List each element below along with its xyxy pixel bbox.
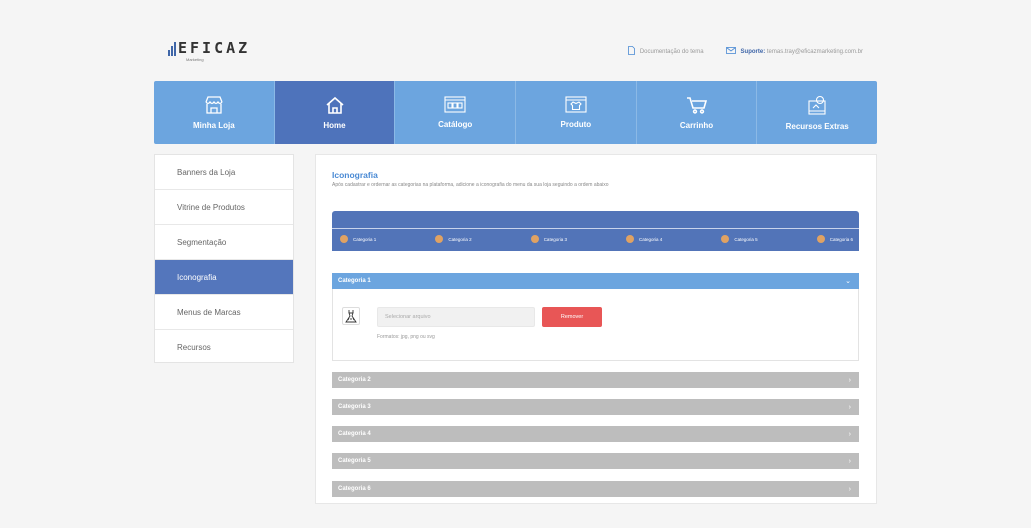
docs-link-label: Documentação do tema [639, 48, 704, 55]
accordion-header[interactable]: Categoria 6 › [332, 481, 859, 497]
step-dot-icon [816, 235, 825, 243]
step-item[interactable]: Categoria 6 [816, 235, 853, 243]
docs-link[interactable]: Documentação do tema [627, 46, 704, 57]
accordion-label: Categoria 2 [338, 377, 371, 383]
remove-button[interactable]: Remover [542, 307, 602, 327]
nav-item-minha-loja[interactable]: Minha Loja [154, 81, 275, 144]
top-links: Documentação do tema Suporte: temas.tray… [627, 46, 863, 57]
catalog-icon [444, 96, 466, 115]
main-nav: Minha Loja Home Catálogo Produto Carrinh… [154, 81, 877, 144]
accordion-header[interactable]: Categoria 5 › [332, 453, 859, 469]
step-label: Categoria 4 [639, 236, 663, 242]
nav-label: Minha Loja [192, 120, 235, 130]
document-icon [627, 46, 635, 57]
nav-label: Home [323, 120, 346, 130]
product-icon [565, 96, 587, 115]
support-email: temas.tray@eficazmarketing.com.br [766, 48, 863, 55]
brand-logo[interactable]: EFICAZ Marketing [168, 41, 250, 63]
step-dot-icon [721, 235, 730, 243]
accordion-label: Categoria 5 [338, 458, 371, 464]
accordion-categoria-2: Categoria 2 › [332, 372, 859, 388]
step-label: Categoria 5 [734, 236, 758, 242]
step-label: Categoria 1 [353, 236, 377, 242]
chevron-right-icon: › [848, 430, 851, 438]
accordion-categoria-1: Categoria 1 ⌄ Selecionar arquivo Remover… [332, 273, 859, 361]
sidebar-item-recursos[interactable]: Recursos [155, 330, 293, 365]
extras-icon [807, 95, 827, 117]
accordion-label: Categoria 1 [338, 278, 371, 284]
step-dot-icon [530, 235, 539, 243]
accordion-body: Selecionar arquivo Remover Formatos: jpg… [332, 289, 859, 361]
accordion-categoria-4: Categoria 4 › [332, 426, 859, 442]
accordion-label: Categoria 6 [338, 486, 371, 492]
accordion-header[interactable]: Categoria 3 › [332, 399, 859, 415]
nav-item-carrinho[interactable]: Carrinho [637, 81, 758, 144]
accordion-label: Categoria 4 [338, 431, 371, 437]
store-icon [204, 95, 224, 116]
nav-item-catalogo[interactable]: Catálogo [395, 81, 517, 144]
accordion-header[interactable]: Categoria 4 › [332, 426, 859, 442]
nav-item-produto[interactable]: Produto [516, 81, 637, 144]
step-dot-icon [626, 235, 635, 243]
brand-tagline: Marketing [186, 57, 204, 62]
chevron-right-icon: › [848, 403, 851, 411]
accordion-header[interactable]: Categoria 2 › [332, 372, 859, 388]
sidebar-item-menus-marcas[interactable]: Menus de Marcas [155, 295, 293, 330]
nav-item-recursos-extras[interactable]: Recursos Extras [757, 81, 877, 144]
nav-item-home[interactable]: Home [274, 81, 396, 144]
file-select-input[interactable]: Selecionar arquivo [377, 307, 535, 327]
step-dot-icon [340, 235, 348, 243]
accordion-categoria-3: Categoria 3 › [332, 399, 859, 415]
step-item[interactable]: Categoria 4 [626, 235, 662, 243]
page-description: Após cadastrar e ordernar as categorias … [332, 182, 609, 188]
step-item[interactable]: Categoria 2 [435, 235, 472, 243]
home-icon [325, 96, 345, 116]
sidebar-item-banners[interactable]: Banners da Loja [155, 155, 293, 190]
step-label: Categoria 6 [829, 236, 853, 242]
chevron-right-icon: › [848, 376, 851, 384]
nav-label: Catálogo [438, 120, 473, 129]
logo-bars-icon [168, 42, 176, 56]
chevron-right-icon: › [848, 485, 851, 493]
chevron-right-icon: › [848, 457, 851, 465]
nav-label: Recursos Extras [785, 121, 849, 131]
step-label: Categoria 3 [543, 236, 567, 242]
step-dot-icon [435, 235, 444, 243]
sidebar: Banners da Loja Vitrine de Produtos Segm… [154, 154, 294, 363]
main-panel: Iconografia Após cadastrar e ordernar as… [315, 154, 877, 504]
mail-icon [725, 47, 736, 56]
nav-label: Carrinho [679, 120, 714, 130]
sidebar-item-segmentacao[interactable]: Segmentação [155, 225, 293, 260]
sidebar-item-iconografia[interactable]: Iconografia [155, 260, 293, 295]
step-item[interactable]: Categoria 5 [721, 235, 758, 243]
steps-divider [332, 228, 859, 229]
page-title: Iconografia [332, 170, 378, 180]
nav-label: Produto [560, 120, 592, 129]
support-label: Suporte: [740, 48, 766, 55]
accordion-categoria-5: Categoria 5 › [332, 453, 859, 469]
cart-icon [686, 96, 708, 116]
dress-icon [342, 307, 360, 325]
accordion-header[interactable]: Categoria 1 ⌄ [332, 273, 859, 289]
step-label: Categoria 2 [448, 236, 472, 242]
accordion-categoria-6: Categoria 6 › [332, 481, 859, 497]
brand-name: EFICAZ [178, 39, 251, 57]
sidebar-item-vitrine[interactable]: Vitrine de Produtos [155, 190, 293, 225]
chevron-down-icon: ⌄ [845, 278, 851, 285]
accordion-label: Categoria 3 [338, 404, 371, 410]
formats-hint: Formatos: jpg, png ou svg [377, 334, 435, 340]
step-item[interactable]: Categoria 1 [340, 235, 376, 243]
step-item[interactable]: Categoria 3 [530, 235, 567, 243]
support-link[interactable]: Suporte: temas.tray@eficazmarketing.com.… [725, 47, 863, 56]
category-steps: Categoria 1 Categoria 2 Categoria 3 Cate… [332, 211, 859, 251]
